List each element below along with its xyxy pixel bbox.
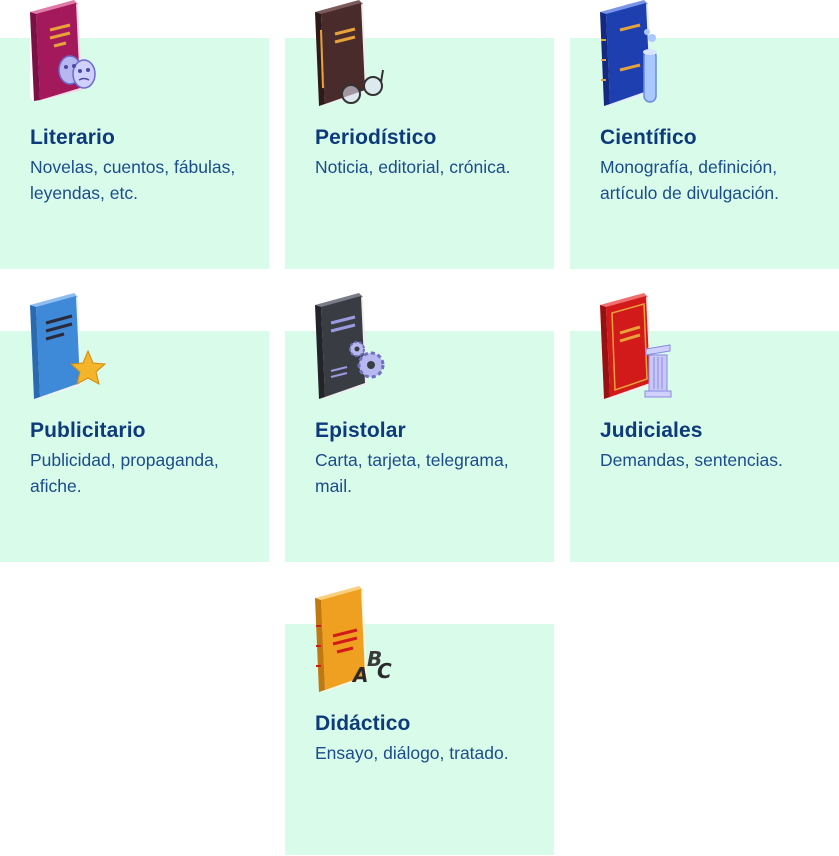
card-description: Noticia, editorial, crónica. (315, 157, 511, 177)
card-judiciales: Judiciales Demandas, sentencias. (570, 293, 839, 562)
card-description: Carta, tarjeta, telegrama, mail. (315, 450, 509, 496)
card-cientifico: Científico Monografía, definición, artíc… (570, 0, 839, 269)
card-title: Periodístico (315, 126, 437, 149)
card-description: Monografía, definición, artículo de divu… (600, 157, 779, 203)
svg-text:A: A (351, 663, 368, 687)
card-title: Judiciales (600, 419, 703, 442)
star-book-icon (30, 293, 107, 399)
glasses-book-icon (315, 0, 384, 106)
card-publicitario: Publicitario Publicidad, propaganda, afi… (0, 293, 269, 562)
card-title: Publicitario (30, 419, 146, 442)
card-description: Novelas, cuentos, fábulas, leyendas, etc… (30, 157, 236, 203)
card-title: Científico (600, 126, 697, 149)
gears-book-icon (315, 293, 385, 399)
card-periodistico: Periodístico Noticia, editorial, crónica… (285, 0, 554, 269)
abc-book-icon: A B C (315, 586, 392, 692)
card-title: Didáctico (315, 712, 411, 735)
column-book-icon (600, 293, 672, 399)
card-epistolar: Epistolar Carta, tarjeta, telegrama, mai… (285, 293, 554, 562)
card-literario: Literario Novelas, cuentos, fábulas, ley… (0, 0, 269, 269)
svg-text:C: C (377, 659, 392, 683)
card-description: Ensayo, diálogo, tratado. (315, 743, 509, 763)
card-description: Publicidad, propaganda, afiche. (30, 450, 219, 496)
card-didactico: A B C Didáctico Ensayo, diálogo, tratado… (285, 586, 554, 855)
card-title: Epistolar (315, 419, 406, 442)
test-tube-book-icon (600, 0, 657, 106)
theater-masks-book-icon (30, 0, 96, 101)
card-description: Demandas, sentencias. (600, 450, 783, 470)
card-title: Literario (30, 126, 115, 149)
